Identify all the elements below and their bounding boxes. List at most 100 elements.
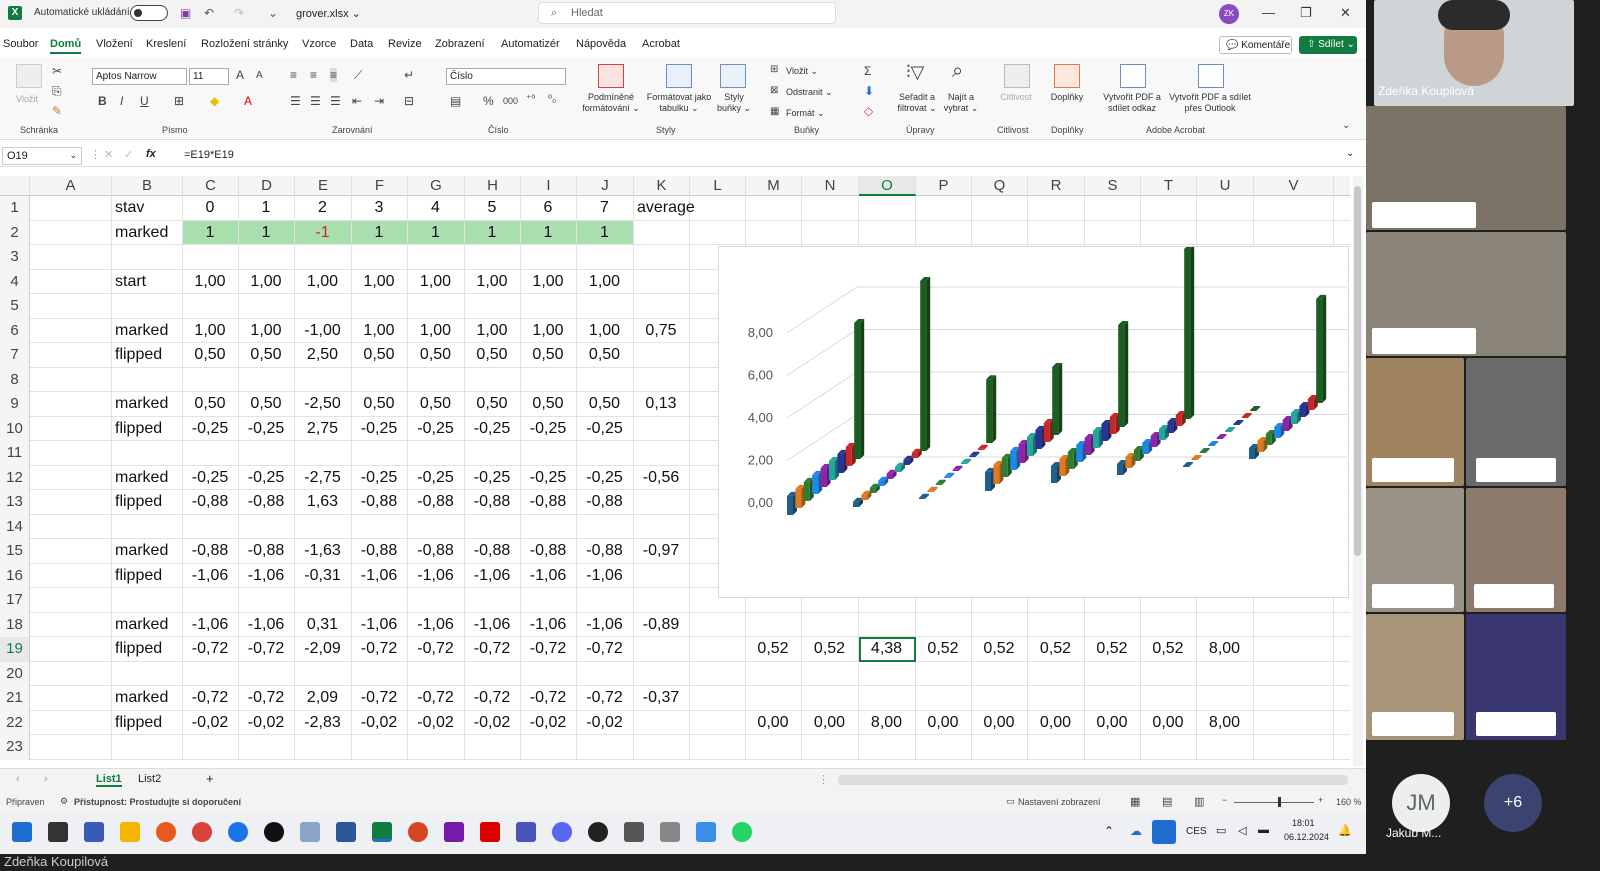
cell-u22[interactable]: 8,00 — [1197, 714, 1252, 732]
cell-k12[interactable]: -0,56 — [634, 469, 688, 487]
addins-label[interactable]: Doplňky — [1046, 92, 1088, 103]
cell-d2[interactable]: 1 — [239, 224, 293, 242]
merge-center-icon[interactable]: ⊟ — [404, 94, 414, 108]
worksheet-grid[interactable]: ABCDEFGHIJKLMNOPQRSTUV 1 2 3 4 5 6 7 8 9 10 11 12 13… — [0, 176, 1350, 766]
insert-cells-label[interactable]: Vložit ⌄ — [786, 66, 818, 77]
currency-icon[interactable]: ▤ — [450, 94, 461, 108]
cell-j7[interactable]: 0,50 — [577, 346, 632, 364]
task-view-icon[interactable] — [48, 822, 68, 842]
row-header-4[interactable]: 4 — [0, 269, 30, 294]
cell-r19[interactable]: 0,52 — [1028, 640, 1083, 658]
row-header-8[interactable]: 8 — [0, 367, 30, 392]
column-header-b[interactable]: B — [112, 176, 183, 196]
column-header-c[interactable]: C — [183, 176, 239, 196]
cell-f4[interactable]: 1,00 — [352, 273, 406, 291]
cell-i2[interactable]: 1 — [521, 224, 575, 242]
cell-m19[interactable]: 0,52 — [746, 640, 800, 658]
row-header-22[interactable]: 22 — [0, 710, 30, 735]
row-header-9[interactable]: 9 — [0, 392, 30, 417]
cell-h12[interactable]: -0,25 — [465, 469, 519, 487]
orientation-icon[interactable]: ⟋ — [354, 68, 362, 83]
cell-g12[interactable]: -0,25 — [408, 469, 463, 487]
cell-b19[interactable]: flipped — [115, 640, 162, 658]
increase-decimal-icon[interactable]: ⁺⁰ — [526, 94, 535, 105]
cell-c4[interactable]: 1,00 — [183, 273, 237, 291]
grow-font-icon[interactable]: A — [236, 68, 244, 82]
volume-icon[interactable]: ◁ — [1238, 824, 1246, 837]
close-button[interactable]: ✕ — [1340, 5, 1351, 21]
video-tile[interactable] — [1466, 614, 1566, 740]
app-icon[interactable] — [264, 822, 284, 842]
italic-icon[interactable]: I — [120, 94, 123, 108]
format-cells-label[interactable]: Formát ⌄ — [786, 108, 825, 119]
shrink-font-icon[interactable]: A — [256, 70, 263, 81]
battery-icon[interactable]: ▬ — [1258, 824, 1269, 836]
cut-icon[interactable]: ✂ — [52, 64, 62, 78]
zoom-slider-thumb[interactable] — [1278, 797, 1281, 807]
column-header-h[interactable]: H — [465, 176, 521, 196]
cell-f21[interactable]: -0,72 — [352, 689, 406, 707]
cell-o22[interactable]: 8,00 — [859, 714, 914, 732]
column-header-n[interactable]: N — [802, 176, 859, 196]
cell-t22[interactable]: 0,00 — [1141, 714, 1195, 732]
cell-i19[interactable]: -0,72 — [521, 640, 575, 658]
cell-g22[interactable]: -0,02 — [408, 714, 463, 732]
tab-data[interactable]: Data — [350, 38, 373, 50]
cell-e4[interactable]: 1,00 — [295, 273, 350, 291]
fill-color-icon[interactable]: ◆ — [210, 94, 219, 108]
align-top-icon[interactable]: ≡ — [290, 68, 297, 82]
cell-j10[interactable]: -0,25 — [577, 420, 632, 438]
row-header-15[interactable]: 15 — [0, 539, 30, 564]
cell-b6[interactable]: marked — [115, 322, 168, 340]
cell-m22[interactable]: 0,00 — [746, 714, 800, 732]
cell-h18[interactable]: -1,06 — [465, 616, 519, 634]
row-header-20[interactable]: 20 — [0, 661, 30, 686]
cell-f16[interactable]: -1,06 — [352, 567, 406, 585]
cell-d18[interactable]: -1,06 — [239, 616, 293, 634]
cell-i10[interactable]: -0,25 — [521, 420, 575, 438]
underline-icon[interactable]: U — [140, 94, 149, 108]
cell-d9[interactable]: 0,50 — [239, 395, 293, 413]
tab-automatiz-r[interactable]: Automatizér — [501, 38, 560, 50]
row-header-3[interactable]: 3 — [0, 245, 30, 270]
restore-button[interactable]: ❐ — [1300, 5, 1312, 21]
microphone-icon[interactable] — [1152, 820, 1176, 844]
accessibility-status[interactable]: Přístupnost: Prostudujte si doporučení — [74, 797, 241, 807]
format-table-icon[interactable] — [666, 64, 692, 88]
paste-icon[interactable] — [16, 64, 42, 88]
cell-b4[interactable]: start — [115, 273, 146, 291]
cell-f7[interactable]: 0,50 — [352, 346, 406, 364]
chevron-down-icon[interactable]: ⌄ — [69, 150, 77, 161]
row-header-10[interactable]: 10 — [0, 416, 30, 441]
column-header-s[interactable]: S — [1085, 176, 1141, 196]
find-select-label[interactable]: Najít a vybrat ⌄ — [940, 92, 982, 114]
delete-cells-label[interactable]: Odstranit ⌄ — [786, 87, 833, 98]
cell-n19[interactable]: 0,52 — [802, 640, 857, 658]
app-icon[interactable] — [84, 822, 104, 842]
row-header-16[interactable]: 16 — [0, 563, 30, 588]
autosum-icon[interactable]: Σ — [864, 64, 871, 78]
cell-e22[interactable]: -2,83 — [295, 714, 350, 732]
notifications-icon[interactable]: 🔔 — [1338, 824, 1352, 837]
chart-3d-column[interactable]: 0,00 2,00 4,00 6,00 8,00 — [718, 245, 1349, 598]
cell-g18[interactable]: -1,06 — [408, 616, 463, 634]
more-participants-button[interactable]: +6 — [1484, 774, 1542, 832]
cell-h7[interactable]: 0,50 — [465, 346, 519, 364]
cell-e10[interactable]: 2,75 — [295, 420, 350, 438]
fill-icon[interactable]: ⬇ — [864, 84, 874, 98]
tab-zobrazen-[interactable]: Zobrazení — [435, 38, 485, 50]
cell-j4[interactable]: 1,00 — [577, 273, 632, 291]
video-tile[interactable] — [1466, 358, 1566, 486]
row-header-1[interactable]: 1 — [0, 196, 30, 221]
cell-t19[interactable]: 0,52 — [1141, 640, 1195, 658]
app-icon[interactable] — [660, 822, 680, 842]
cell-r22[interactable]: 0,00 — [1028, 714, 1083, 732]
tab-splitter-icon[interactable]: ⋮ — [818, 773, 829, 786]
column-header-l[interactable]: L — [690, 176, 746, 196]
cell-i4[interactable]: 1,00 — [521, 273, 575, 291]
attendee-avatar[interactable]: JM — [1392, 774, 1450, 832]
cell-d12[interactable]: -0,25 — [239, 469, 293, 487]
tray-chevron-icon[interactable]: ⌃ — [1104, 824, 1114, 838]
row-header-14[interactable]: 14 — [0, 514, 30, 539]
column-header-e[interactable]: E — [295, 176, 352, 196]
